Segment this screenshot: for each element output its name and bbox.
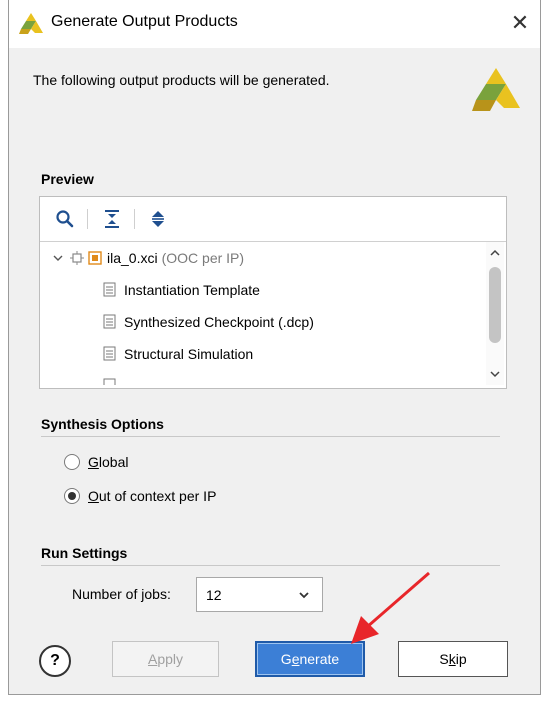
- radio-ooc-label: Out of context per IP: [88, 488, 217, 504]
- document-icon: [103, 346, 116, 361]
- synthesis-options-heading: Synthesis Options: [41, 416, 164, 432]
- radio-button[interactable]: [64, 454, 80, 470]
- dialog-border-right: [540, 0, 541, 695]
- tree-row-child[interactable]: Structural Simulation: [103, 343, 253, 365]
- help-button[interactable]: ?: [39, 645, 71, 677]
- tree-row-root[interactable]: ila_0.xci (OOC per IP): [52, 247, 244, 269]
- ip-chip-icon: [70, 251, 84, 265]
- document-icon: [103, 314, 116, 329]
- toolbar-separator: [87, 209, 88, 229]
- chevron-down-icon[interactable]: [298, 590, 310, 600]
- close-icon[interactable]: ✕: [507, 8, 533, 38]
- dialog-border-bottom: [8, 694, 541, 695]
- preview-toolbar: [40, 197, 506, 242]
- document-icon: [103, 282, 116, 297]
- radio-out-of-context[interactable]: Out of context per IP: [64, 488, 216, 504]
- tree-row-child[interactable]: Synthesized Checkpoint (.dcp): [103, 311, 314, 333]
- tree-child-label: Instantiation Template: [124, 282, 260, 298]
- section-divider: [41, 565, 500, 566]
- section-divider: [41, 436, 500, 437]
- annotation-arrow: [351, 571, 430, 644]
- radio-button[interactable]: [64, 488, 80, 504]
- scrollbar-thumb[interactable]: [489, 267, 501, 343]
- jobs-label: Number of jobs:: [72, 586, 171, 602]
- partial-tree-row: [103, 378, 117, 385]
- ip-core-icon: [88, 251, 102, 265]
- jobs-select[interactable]: 12: [196, 577, 323, 612]
- run-settings-heading: Run Settings: [41, 545, 128, 561]
- xilinx-logo-icon: [19, 13, 43, 34]
- tree-row-child[interactable]: Instantiation Template: [103, 279, 260, 301]
- document-icon: [103, 378, 116, 385]
- toolbar-separator: [134, 209, 135, 229]
- scroll-up-icon[interactable]: [489, 248, 501, 258]
- preview-heading: Preview: [41, 171, 94, 187]
- radio-global-label: Global: [88, 454, 129, 470]
- tree-child-label: Synthesized Checkpoint (.dcp): [124, 314, 314, 330]
- output-products-tree: ila_0.xci (OOC per IP) Instantiation Tem…: [40, 242, 484, 385]
- preview-panel: ila_0.xci (OOC per IP) Instantiation Tem…: [39, 196, 507, 389]
- expand-all-icon[interactable]: [146, 207, 170, 231]
- chevron-down-icon[interactable]: [52, 252, 64, 264]
- search-icon[interactable]: [53, 207, 77, 231]
- radio-global[interactable]: Global: [64, 454, 128, 470]
- window-title: Generate Output Products: [51, 13, 238, 30]
- scroll-down-icon[interactable]: [489, 369, 501, 379]
- tree-root-name: ila_0.xci: [107, 250, 158, 266]
- tree-root-note: (OOC per IP): [161, 250, 245, 266]
- tree-child-label: Structural Simulation: [124, 346, 254, 362]
- jobs-value: 12: [206, 586, 222, 603]
- collapse-all-icon[interactable]: [100, 207, 124, 231]
- description-text: The following output products will be ge…: [33, 72, 330, 88]
- apply-button[interactable]: Apply: [112, 641, 219, 677]
- radio-selected-dot: [68, 492, 76, 500]
- xilinx-brand-logo: [472, 68, 520, 111]
